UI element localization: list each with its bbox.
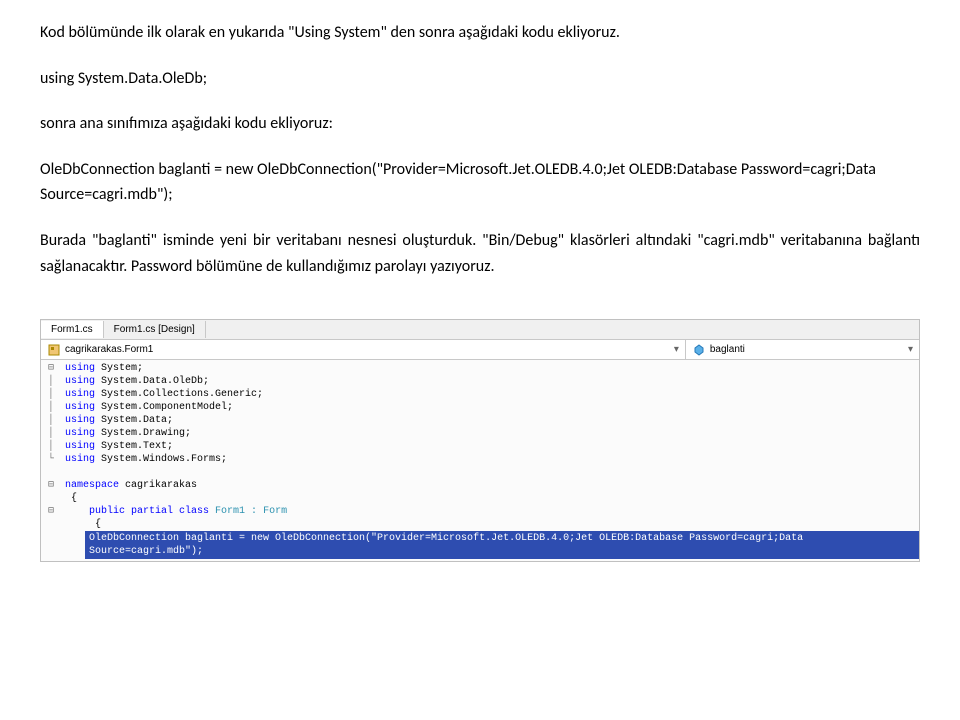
chevron-down-icon: ▾ <box>674 343 679 356</box>
fold-minus-icon[interactable]: ⊟ <box>41 362 61 375</box>
dropdown-class-label: cagrikarakas.Form1 <box>65 343 153 356</box>
field-icon <box>692 343 706 357</box>
tab-active[interactable]: Form1.cs <box>41 321 104 338</box>
code-editor[interactable]: ⊟using System; │using System.Data.OleDb;… <box>41 360 919 561</box>
tab-bar: Form1.cs Form1.cs [Design] <box>41 320 919 340</box>
tab-label: Form1.cs [Design] <box>114 324 195 335</box>
code-connection-line: OleDbConnection baglanti = new OleDbConn… <box>40 157 920 208</box>
code-line: using System.Text; <box>61 440 173 453</box>
fold-minus-icon[interactable]: ⊟ <box>41 505 61 518</box>
code-line: using System.Data; <box>61 414 173 427</box>
ide-window: Form1.cs Form1.cs [Design] cagrikarakas.… <box>40 319 920 562</box>
dropdown-row: cagrikarakas.Form1 ▾ baglanti ▾ <box>41 340 919 360</box>
code-line: using System.Data.OleDb; <box>61 375 209 388</box>
paragraph-2: sonra ana sınıfımıza aşağıdaki kodu ekli… <box>40 111 920 137</box>
tab-inactive[interactable]: Form1.cs [Design] <box>104 321 206 338</box>
code-line: using System.Collections.Generic; <box>61 388 263 401</box>
chevron-down-icon: ▾ <box>908 343 913 356</box>
brace-open: { <box>61 518 101 531</box>
paragraph-1: Kod bölümünde ilk olarak en yukarıda "Us… <box>40 20 920 46</box>
tab-label: Form1.cs <box>51 324 93 335</box>
highlighted-line: OleDbConnection baglanti = new OleDbConn… <box>85 531 919 559</box>
code-line: using System.ComponentModel; <box>61 401 233 414</box>
code-using-line: using System.Data.OleDb; <box>40 66 920 92</box>
dropdown-member-label: baglanti <box>710 343 745 356</box>
class-icon <box>47 343 61 357</box>
brace-open: { <box>61 492 77 505</box>
code-line: namespace cagrikarakas <box>61 479 197 492</box>
gutter-pipe: │ <box>41 388 61 401</box>
code-line: using System.Drawing; <box>61 427 191 440</box>
gutter-pipe: │ <box>41 375 61 388</box>
paragraph-3: Burada "baglanti" isminde yeni bir verit… <box>40 228 920 279</box>
dropdown-class[interactable]: cagrikarakas.Form1 ▾ <box>41 340 686 359</box>
gutter-pipe: │ <box>41 427 61 440</box>
gutter-corner: └ <box>41 453 61 466</box>
gutter-pipe: │ <box>41 401 61 414</box>
gutter-pipe: │ <box>41 414 61 427</box>
code-line: using System; <box>61 362 143 375</box>
fold-minus-icon[interactable]: ⊟ <box>41 479 61 492</box>
code-line: using System.Windows.Forms; <box>61 453 227 466</box>
dropdown-member[interactable]: baglanti ▾ <box>686 340 919 359</box>
gutter-pipe: │ <box>41 440 61 453</box>
code-line: public partial class Form1 : Form <box>61 505 287 518</box>
